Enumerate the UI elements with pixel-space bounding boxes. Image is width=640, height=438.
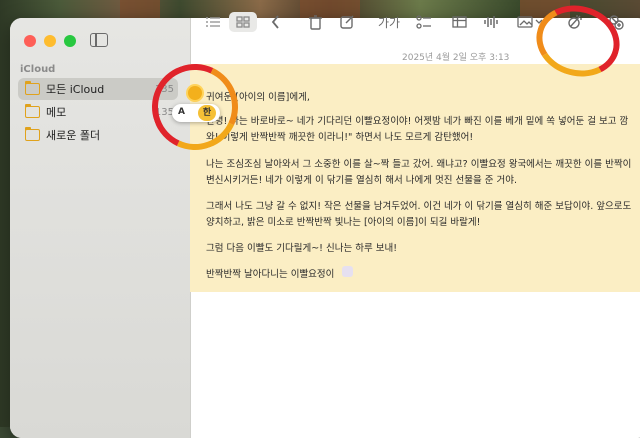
window-controls — [24, 35, 76, 47]
note-line[interactable]: 나는 조심조심 날아와서 그 소중한 이를 살~짝 들고 갔어. 왜냐고? 이빨… — [206, 156, 631, 170]
compose-icon[interactable] — [337, 12, 357, 32]
folder-icon — [25, 127, 40, 141]
zoom-button[interactable] — [64, 35, 76, 47]
close-button[interactable] — [24, 35, 36, 47]
note-line[interactable]: 와! 이렇게 반짝반짝 깨끗한 이라니!" 하면서 나도 모르게 감탄했어! — [206, 129, 473, 143]
folder-icon — [25, 104, 40, 118]
trash-icon[interactable] — [305, 12, 325, 32]
tooth-emoji-icon — [342, 266, 353, 277]
minimize-button[interactable] — [44, 35, 56, 47]
folder-label: 메모 — [46, 106, 67, 119]
audio-waveform-icon[interactable] — [481, 12, 501, 32]
checklist-icon[interactable] — [413, 12, 433, 32]
folder-label: 새로운 폴더 — [46, 129, 101, 142]
sidebar-section-title: iCloud — [20, 64, 56, 75]
format-button[interactable]: 가가 — [377, 12, 401, 32]
note-line[interactable]: 그래서 나도 그냥 갈 수 없지! 작은 선물을 남겨두었어. 이건 네가 이 … — [206, 198, 631, 212]
table-icon[interactable] — [449, 12, 469, 32]
note-line[interactable]: 그럼 다음 이빨도 기다릴게~! 신나는 하루 보내! — [206, 240, 397, 254]
note-line[interactable]: 반짝반짝 날아다니는 이빨요정이 — [206, 266, 334, 280]
folder-icon — [25, 81, 40, 95]
sidebar-toggle-icon[interactable] — [90, 33, 108, 47]
note-line[interactable]: 안녕! 나는 바로바로~ 네가 기다리던 이빨요정이야! 어젯밤 네가 빠진 이… — [206, 113, 628, 127]
back-chevron-icon[interactable] — [267, 12, 283, 32]
gallery-view-icon[interactable] — [229, 12, 257, 32]
note-line[interactable]: 양치하고, 밝은 미소로 반짝반짝 빛나는 [아이의 이름]이 되길 바랄게! — [206, 214, 480, 228]
note-date: 2025년 4월 2일 오후 3:13 — [402, 53, 510, 63]
note-line[interactable]: 변신시키거든! 네가 이렇게 이 닦기를 열심히 해서 나에게 멋진 선물을 준… — [206, 172, 517, 186]
folder-label: 모든 iCloud — [46, 83, 105, 96]
sidebar-folder-new[interactable]: 새로운 폴더 — [18, 124, 178, 146]
list-view-icon[interactable] — [203, 12, 223, 32]
